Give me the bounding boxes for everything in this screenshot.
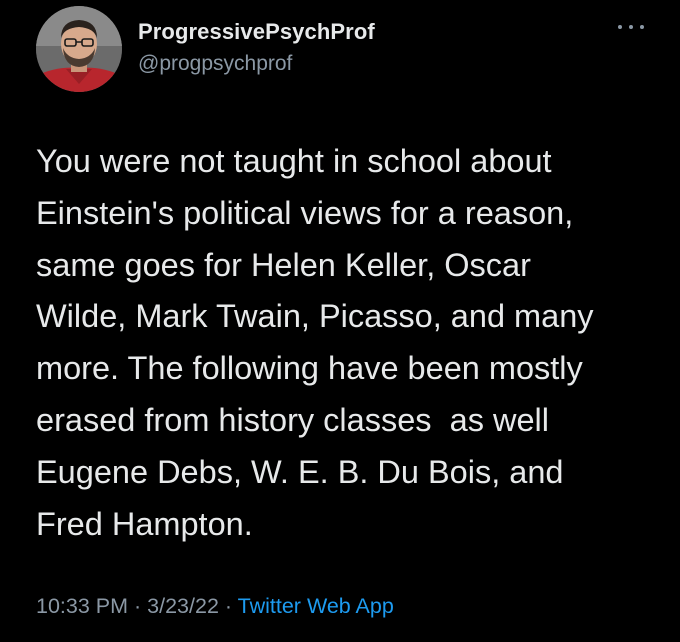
meta-separator: ·: [224, 594, 233, 618]
tweet-text-line: more. The following have been mostly: [36, 350, 583, 387]
meta-separator: ·: [134, 594, 142, 618]
tweet-text-line: Fred Hampton.: [36, 505, 253, 542]
dot: [640, 25, 644, 29]
tweet-text-line: erased from history classes as well: [36, 401, 549, 438]
user-handle[interactable]: @progpsychprof: [138, 52, 292, 76]
avatar[interactable]: [36, 6, 122, 92]
dot: [618, 25, 622, 29]
tweet-time[interactable]: 10:33 PM: [36, 594, 128, 618]
dot: [629, 25, 633, 29]
tweet-date[interactable]: 3/23/22: [147, 594, 219, 618]
display-name[interactable]: ProgressivePsychProf: [138, 19, 375, 45]
tweet-text-line: Wilde, Mark Twain, Picasso, and many: [36, 298, 594, 335]
tweet-text-line: same goes for Helen Keller, Oscar: [36, 246, 531, 283]
tweet-text-line: Eugene Debs, W. E. B. Du Bois, and: [36, 453, 564, 490]
tweet-text-line: Einstein's political views for a reason,: [36, 194, 574, 231]
more-horizontal-icon[interactable]: [618, 22, 644, 32]
tweet-text: You were not taught in school about Eins…: [36, 136, 656, 550]
tweet-meta: 10:33 PM · 3/23/22 · Twitter Web App: [36, 594, 394, 619]
tweet-text-line: You were not taught in school about: [36, 143, 552, 179]
profile-photo-icon: [36, 6, 122, 92]
tweet-card: ProgressivePsychProf @progpsychprof You …: [0, 0, 680, 642]
tweet-source-link[interactable]: Twitter Web App: [238, 594, 394, 618]
